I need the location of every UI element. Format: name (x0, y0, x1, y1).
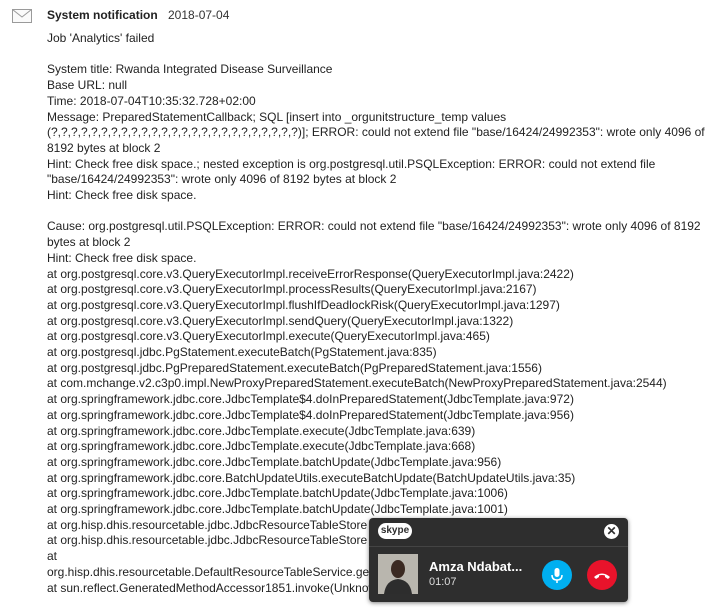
stack-trace-line: at com.mchange.v2.c3p0.impl.NewProxyPrep… (47, 376, 667, 391)
notification-date: 2018-07-04 (168, 8, 230, 22)
stack-trace-line: at org.springframework.jdbc.core.JdbcTem… (47, 407, 574, 422)
stack-trace-line: at org.springframework.jdbc.core.JdbcTem… (47, 486, 508, 501)
message-text: Message: PreparedStatementCallback; SQL … (47, 109, 705, 155)
caller-name: Amza Ndabat... (429, 559, 523, 574)
microphone-button[interactable] (542, 560, 572, 590)
hint-text-2: Hint: Check free disk space. (47, 188, 197, 203)
stack-trace-line: at org.springframework.jdbc.core.BatchUp… (47, 470, 576, 485)
stack-trace-line: at org.postgresql.core.v3.QueryExecutorI… (47, 266, 574, 281)
notification-body: Job 'Analytics' failed System title: Rwa… (47, 31, 707, 596)
notification-title: System notification (47, 8, 158, 22)
stack-trace-line: at org.postgresql.core.v3.QueryExecutorI… (47, 313, 514, 328)
stack-trace-line: at org.postgresql.core.v3.QueryExecutorI… (47, 329, 490, 344)
stack-trace-line: at org.springframework.jdbc.core.JdbcTem… (47, 454, 502, 469)
cause-text: Cause: org.postgresql.util.PSQLException… (47, 219, 701, 250)
skype-call-popup: skype ✕ Amza Ndabat... 01:07 (369, 518, 628, 602)
notification-subject: Job 'Analytics' failed (47, 31, 155, 45)
call-duration: 01:07 (429, 576, 457, 588)
stack-trace-line: at org.springframework.jdbc.core.JdbcTem… (47, 502, 508, 517)
system-title-line: System title: Rwanda Integrated Disease … (47, 62, 333, 77)
skype-logo: skype (378, 523, 412, 539)
hint-text-3: Hint: Check free disk space. (47, 250, 197, 265)
stack-trace-line: at org.springframework.jdbc.core.JdbcTem… (47, 423, 476, 438)
stack-trace-line: at org.postgresql.jdbc.PgStatement.execu… (47, 345, 437, 360)
avatar (378, 554, 418, 594)
hint-text-1: Hint: Check free disk space.; nested exc… (47, 156, 656, 187)
skype-popup-header: skype ✕ (369, 518, 628, 547)
envelope-icon (12, 9, 32, 23)
microphone-icon (551, 568, 563, 583)
end-call-button[interactable] (587, 560, 617, 590)
hang-up-icon (594, 573, 610, 579)
stack-trace-line: at org.postgresql.core.v3.QueryExecutorI… (47, 297, 560, 312)
close-icon[interactable]: ✕ (604, 524, 619, 539)
time-line: Time: 2018-07-04T10:35:32.728+02:00 (47, 93, 256, 108)
stack-trace-line: at org.springframework.jdbc.core.JdbcTem… (47, 439, 476, 454)
notification-header: System notification 2018-07-04 (10, 7, 690, 27)
stack-trace-line: at org.springframework.jdbc.core.JdbcTem… (47, 392, 574, 407)
base-url-line: Base URL: null (47, 78, 128, 93)
stack-trace-line: at org.postgresql.jdbc.PgPreparedStateme… (47, 360, 542, 375)
stack-trace-line: at org.postgresql.core.v3.QueryExecutorI… (47, 282, 537, 297)
